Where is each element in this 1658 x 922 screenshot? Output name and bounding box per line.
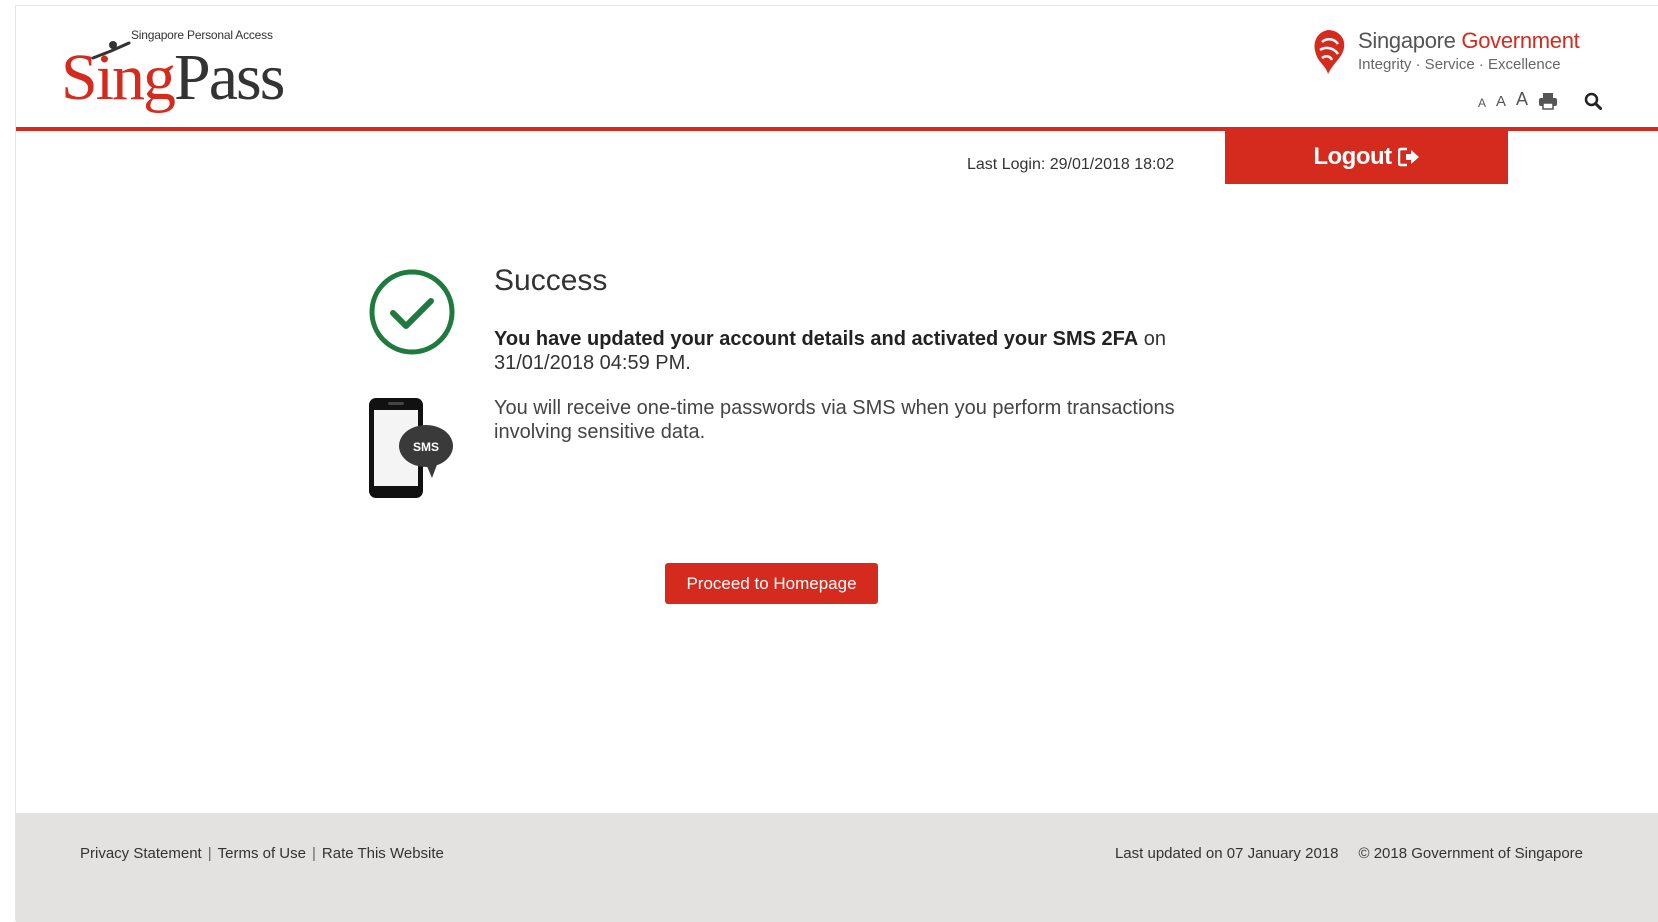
sms-badge-text: SMS	[413, 440, 439, 454]
singpass-logo[interactable]: Singapore Personal Access SingPass	[61, 24, 301, 124]
header-tools: A A A	[1478, 88, 1602, 110]
last-updated-text: Last updated on 07 January 2018	[1114, 845, 1339, 862]
success-message: You have updated your account details an…	[494, 327, 1234, 375]
lion-head-icon	[1314, 30, 1345, 74]
page-frame: Singapore Personal Access SingPass Singa…	[15, 5, 1658, 922]
success-title: Success	[494, 264, 608, 297]
footer-info: Last updated on 07 January 2018 © 2018 G…	[1115, 845, 1583, 862]
logo-pass: Pass	[174, 41, 285, 114]
privacy-statement-link[interactable]: Privacy Statement	[80, 845, 202, 862]
sms-info-text: You will receive one-time passwords via …	[494, 397, 1175, 443]
footer-links: Privacy Statement | Terms of Use | Rate This…	[80, 845, 444, 862]
gov-title-government: Government	[1461, 28, 1580, 53]
person-figure-icon	[91, 41, 131, 60]
print-icon[interactable]	[1538, 92, 1558, 110]
gov-motto: Integrity · Service · Excellence	[1358, 56, 1561, 73]
terms-of-use-link[interactable]: Terms of Use	[218, 845, 306, 862]
site-footer: Privacy Statement | Terms of Use | Rate This…	[16, 813, 1658, 922]
site-header: Singapore Personal Access SingPass Singa…	[16, 6, 1658, 131]
gov-title: Singapore Government	[1358, 28, 1580, 54]
rate-this-website-link[interactable]: Rate This Website	[322, 845, 444, 862]
copyright-text: © 2018 Government of Singapore	[1358, 845, 1583, 862]
success-message-bold: You have updated your account details an…	[494, 328, 1139, 350]
last-login-text: Last Login: 29/01/2018 18:02	[967, 156, 1175, 173]
search-icon[interactable]	[1584, 92, 1602, 110]
footer-separator: |	[311, 845, 316, 862]
logout-button[interactable]: Logout	[1225, 129, 1508, 184]
sign-out-icon	[1397, 147, 1419, 166]
proceed-to-homepage-button[interactable]: Proceed to Homepage	[665, 563, 878, 604]
logout-label: Logout	[1313, 142, 1392, 170]
sms-phone-icon: SMS	[369, 398, 453, 498]
gov-title-singapore: Singapore	[1358, 28, 1462, 53]
font-size-small-button[interactable]: A	[1478, 96, 1486, 110]
font-size-large-button[interactable]: A	[1516, 89, 1528, 110]
font-size-medium-button[interactable]: A	[1496, 93, 1506, 110]
success-check-icon	[369, 269, 455, 355]
footer-separator: |	[207, 845, 212, 862]
singapore-government-logo[interactable]: Singapore Government Integrity · Service…	[1298, 28, 1598, 88]
